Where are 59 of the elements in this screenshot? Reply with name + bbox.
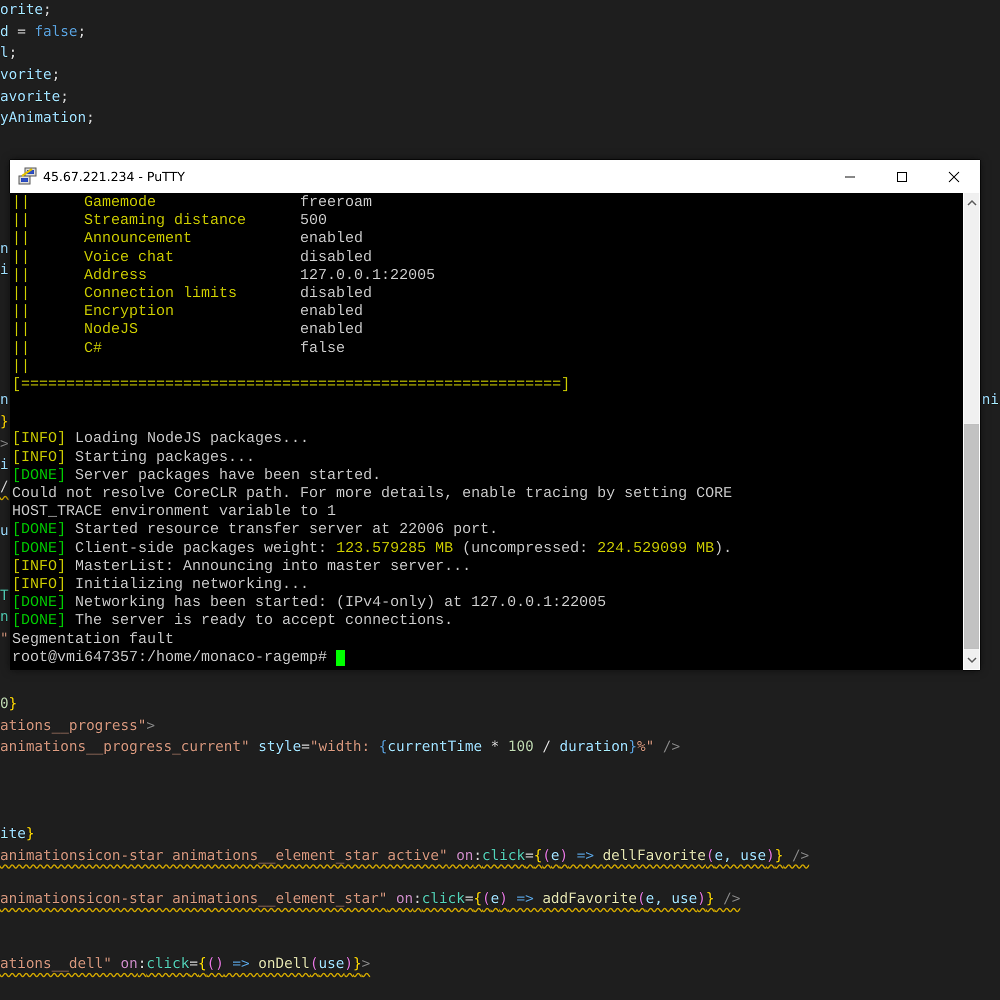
code-line: "	[0, 630, 9, 649]
code-line: n	[0, 240, 9, 259]
minimize-icon	[845, 176, 855, 178]
code-line: >	[0, 434, 9, 454]
code-line: l;	[0, 44, 18, 64]
terminal-line: || Streaming distance 500	[12, 212, 328, 230]
code-line: /	[0, 478, 9, 498]
terminal-line: [DONE] Networking has been started: (IPv4-only) at 127.0.0.1:22005	[12, 594, 606, 612]
code-fragment: ni	[982, 391, 999, 410]
terminal-line: [============================================================]	[12, 376, 570, 394]
terminal-line: || Encryption enabled	[12, 303, 364, 322]
code-line: n	[0, 391, 9, 410]
terminal-line: || Voice chat disabled	[12, 248, 372, 267]
code-line: avorite;	[0, 88, 69, 107]
terminal-line: [INFO] Loading NodeJS packages...	[12, 430, 310, 449]
terminal-line: [DONE] Client-side packages weight: 123.579285 MB (uncompressed: 224.529099 MB).	[12, 540, 732, 558]
maximize-icon	[896, 170, 908, 182]
code-line: ite}	[0, 825, 34, 844]
code-line: d = false;	[0, 22, 86, 42]
code-line: orite;	[0, 1, 52, 20]
terminal-line: [DONE] Started resource transfer server at 22006 port.	[12, 521, 498, 540]
scroll-down-icon[interactable]	[966, 657, 976, 664]
code-line: vorite;	[0, 66, 60, 86]
terminal-line: [DONE] Server packages have been started.	[12, 466, 382, 486]
close-icon	[948, 170, 960, 182]
terminal-line: || C# false	[12, 340, 346, 358]
terminal-line: || NodeJS enabled	[12, 321, 364, 340]
code-line: n	[0, 608, 9, 628]
code-line: }	[0, 413, 9, 432]
terminal-line: Segmentation fault	[12, 630, 174, 649]
text-cursor	[336, 650, 346, 666]
scrollbar[interactable]	[963, 193, 980, 670]
terminal-line: ||	[12, 358, 30, 376]
terminal-line: [INFO] Initializing networking...	[12, 576, 310, 594]
terminal-line: || Gamemode freeroam	[12, 194, 372, 212]
scroll-up-icon[interactable]	[966, 199, 976, 206]
terminal-line: Could not resolve CoreCLR path. For more details, enable tracing by setting CORE	[12, 485, 732, 504]
scrollbar-thumb[interactable]	[964, 424, 979, 649]
terminal-line: HOST_TRACE environment variable to 1	[12, 503, 336, 522]
code-line: animations__progress_current" style="width: {currentTime * 100 / duration}%" />	[0, 738, 680, 758]
code-line: ations__dell" on:click={() => onDell(use)}>	[0, 955, 370, 974]
terminal-line: [INFO] MasterList: Announcing into master server...	[12, 558, 472, 576]
code-line: 0}	[0, 695, 18, 714]
terminal-line: || Address 127.0.0.1:22005	[12, 266, 436, 285]
terminal-prompt: root@vmi647357:/home/monaco-ragemp#	[12, 648, 328, 667]
code-line: animationsicon-star animations__element_star" on:click={(e) => addFavorite(e, use)} />	[0, 890, 740, 910]
terminal-line: [DONE] The server is ready to accept connections.	[12, 612, 454, 631]
terminal-line: [INFO] Starting packages...	[12, 448, 256, 467]
window-title: 45.67.221.234 - PuTTY	[43, 169, 185, 184]
terminal-line: || Connection limits disabled	[12, 284, 372, 304]
computers-icon	[18, 166, 38, 186]
code-line: yAnimation;	[0, 109, 95, 128]
code-line: ations__progress">	[0, 716, 155, 736]
code-line: i	[0, 456, 9, 476]
code-line: u	[0, 522, 9, 540]
terminal-line: || Announcement enabled	[12, 230, 364, 249]
code-line: i	[0, 261, 9, 280]
code-line: animationsicon-star animations__element_star active" on:click={(e) => dellFavorite(e, use)} />	[0, 846, 810, 866]
code-line: T	[0, 586, 9, 606]
